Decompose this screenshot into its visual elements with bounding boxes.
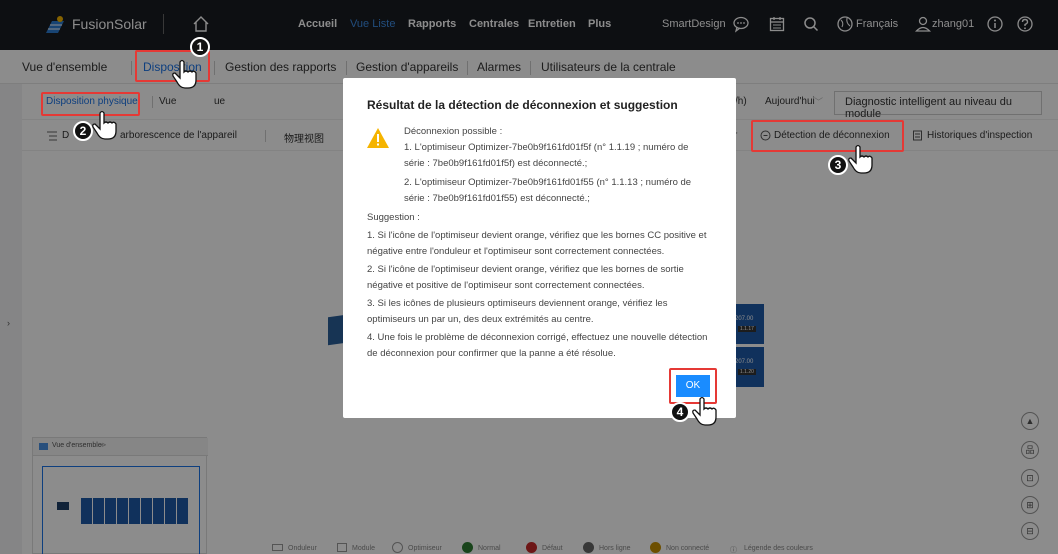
step-badge: 1: [190, 37, 210, 57]
suggestion-label: Suggestion :: [367, 212, 420, 223]
suggestion-1: 1. Si l'icône de l'optimiseur devient or…: [367, 230, 707, 257]
disconnection-result-dialog: Résultat de la détection de déconnexion …: [343, 78, 736, 418]
pointer-hand-icon: [848, 144, 873, 174]
pointer-hand-icon: [92, 110, 117, 140]
disconnection-heading: Déconnexion possible :: [404, 126, 503, 137]
highlight-disconnection-detection: [751, 120, 904, 152]
ok-button[interactable]: OK: [676, 375, 710, 397]
pointer-hand-icon: [692, 396, 717, 426]
disconnected-optimizer-1: 1. L'optimiseur Optimizer-7be0b9f161fd01…: [404, 142, 689, 169]
suggestion-3: 3. Si les icônes de plusieurs optimiseur…: [367, 298, 668, 325]
pointer-hand-icon: [172, 59, 197, 89]
disconnected-optimizer-2: 2. L'optimiseur Optimizer-7be0b9f161fd01…: [404, 177, 692, 204]
step-badge: 4: [670, 402, 690, 422]
suggestion-4: 4. Une fois le problème de déconnexion c…: [367, 332, 708, 359]
warning-icon: [367, 128, 389, 148]
dialog-title: Résultat de la détection de déconnexion …: [367, 98, 678, 112]
suggestion-2: 2. Si l'icône de l'optimiseur devient or…: [367, 264, 684, 291]
step-badge: 3: [828, 155, 848, 175]
